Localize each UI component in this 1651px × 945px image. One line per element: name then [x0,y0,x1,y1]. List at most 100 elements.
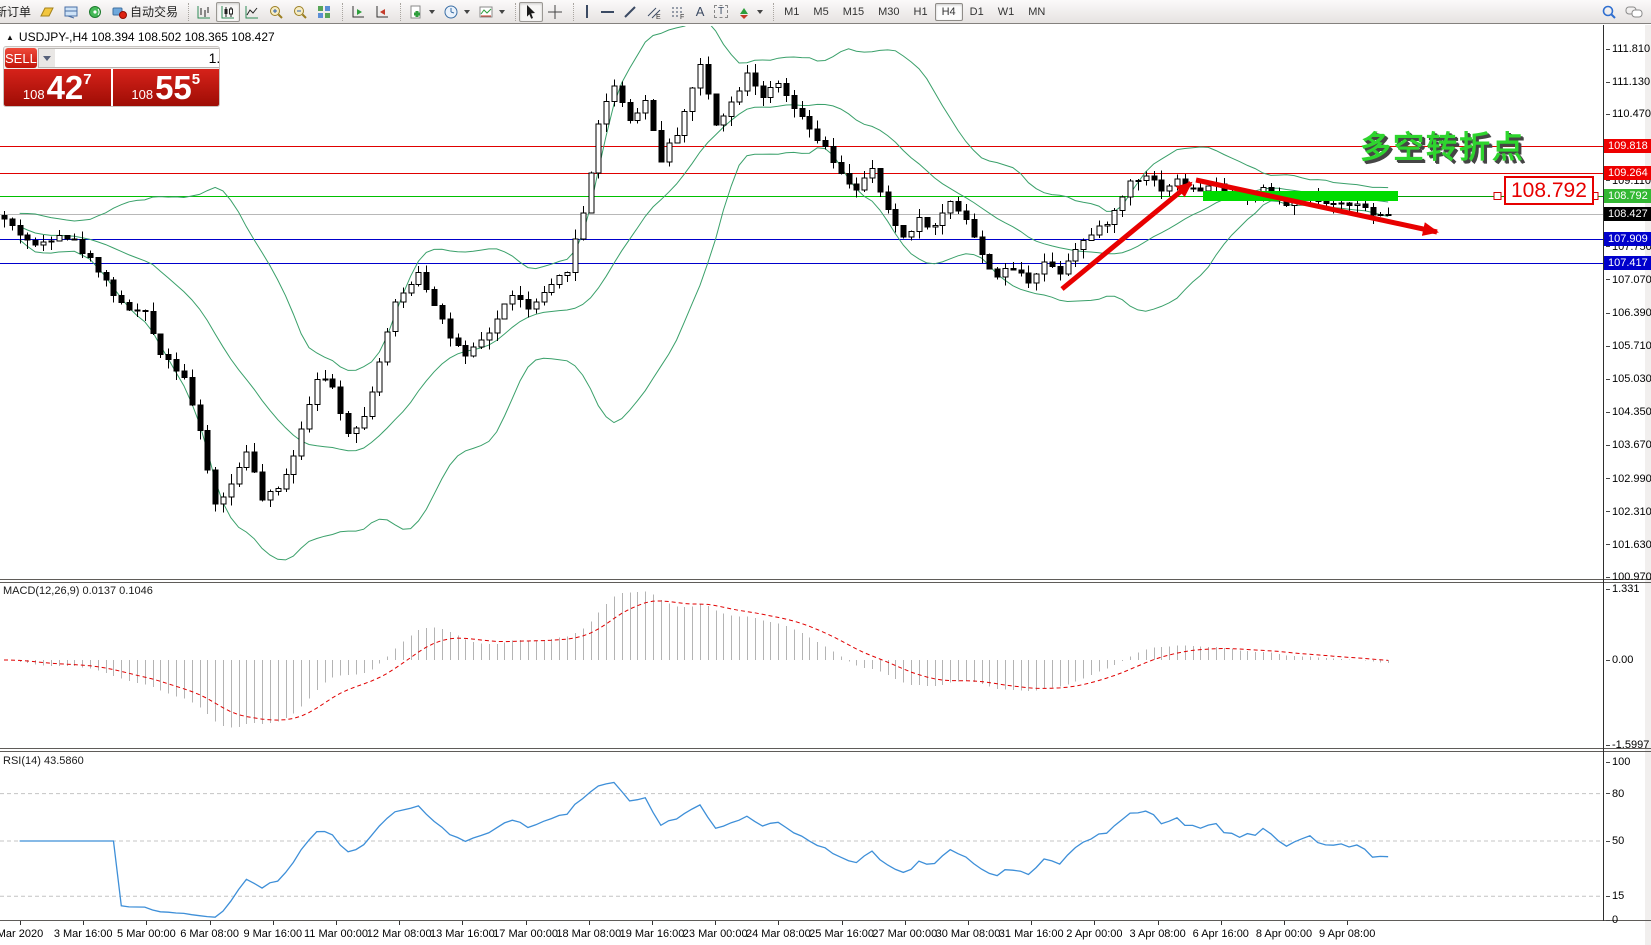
volume-stepper [38,48,220,68]
time-axis-tick [20,921,21,925]
time-axis-label: 6 Apr 16:00 [1193,928,1249,940]
bar-chart-button[interactable] [192,2,216,22]
toolbar-separator [767,3,774,21]
toolbar-separator [336,3,343,21]
text-label-icon: T [714,5,728,18]
fibonacci-button[interactable]: F [666,2,690,22]
trendline-button[interactable] [618,2,642,22]
timeframe-button-D1[interactable]: D1 [963,3,991,21]
signals-button[interactable] [83,2,107,22]
timeframe-button-W1[interactable]: W1 [991,3,1022,21]
crosshair-icon [547,4,563,20]
timeframe-button-M1[interactable]: M1 [777,3,806,21]
time-axis-tick [1158,921,1159,925]
zoom-in-button[interactable] [264,2,288,22]
crosshair-button[interactable] [543,2,567,22]
zoom-out-button[interactable] [288,2,312,22]
price-axis[interactable]: 111.810111.130110.470109.110107.750107.0… [1604,25,1650,921]
line-chart-button[interactable] [240,2,264,22]
indicators-icon [408,4,424,20]
chart-macd-divider[interactable] [0,579,1651,580]
time-axis-tick [589,921,590,925]
vertical-line-button[interactable] [577,2,597,22]
price-level-tag: 107.909 [1604,232,1651,246]
toolbar-separator [182,3,189,21]
price-axis-tick: 111.810 [1606,43,1650,55]
toolbar-separator [567,3,574,21]
time-axis-label: 27 Mar 00:00 [872,928,937,940]
autotrading-button[interactable]: 自动交易 [107,2,182,22]
sell-button-label: SELL [5,51,37,66]
text-icon: A [696,4,705,19]
time-axis[interactable]: Mar 20203 Mar 16:005 Mar 00:006 Mar 08:0… [0,921,1603,945]
time-axis-label: 18 Mar 08:00 [556,928,621,940]
navigator-icon [63,4,79,20]
indicator-axis-tick: 80 [1606,788,1624,800]
macd-rsi-divider[interactable] [0,751,1651,752]
time-axis-tick [652,921,653,925]
trade-panel-prices: 108 42 7 108 55 5 [4,69,219,106]
cursor-icon [523,4,539,20]
time-axis-tick [336,921,337,925]
arrows-button[interactable] [732,2,767,22]
price-axis-tick: 102.990 [1606,473,1651,485]
cursor-button[interactable] [519,2,543,22]
toolbar-separator [509,3,516,21]
price-callout-label: 108.792 [1504,176,1594,205]
horizontal-line-button[interactable] [597,2,618,22]
time-axis-label: 11 Mar 00:00 [304,928,368,940]
chat-button[interactable] [1621,2,1647,22]
templates-button[interactable] [474,2,509,22]
macd-rsi-divider[interactable] [0,748,1651,749]
sell-price-prefix: 108 [23,87,45,102]
sell-button[interactable]: SELL [5,48,37,68]
time-axis-tick [210,921,211,925]
search-button[interactable] [1597,2,1621,22]
timeframe-button-H1[interactable]: H1 [907,3,935,21]
svg-text:F: F [680,14,684,20]
price-axis-tick: 101.630 [1606,539,1651,551]
time-axis-label: 31 Mar 16:00 [999,928,1064,940]
buy-price-sup: 5 [192,71,200,88]
time-axis-label: 6 Mar 08:00 [180,928,239,940]
tile-windows-button[interactable] [312,2,336,22]
time-axis-label: 9 Apr 08:00 [1319,928,1375,940]
collapse-triangle-icon[interactable]: ▲ [6,33,14,42]
timeframe-button-M30[interactable]: M30 [871,3,906,21]
buy-price[interactable]: 108 55 5 [113,69,220,106]
timeframe-button-M15[interactable]: M15 [836,3,871,21]
indicators-button[interactable] [404,2,439,22]
auto-scroll-button[interactable] [346,2,370,22]
price-axis-tick: 100.970 [1606,571,1651,583]
text-label-button[interactable]: T [710,2,732,22]
zoom-in-icon [268,4,284,20]
navigator-button[interactable] [59,2,83,22]
price-axis-tick: 106.390 [1606,307,1651,319]
volume-decrease-button[interactable] [39,49,55,67]
time-axis-tick [1031,921,1032,925]
timeframe-button-MN[interactable]: MN [1021,3,1052,21]
timeframe-button-M5[interactable]: M5 [806,3,835,21]
volume-input[interactable] [55,49,220,67]
candlestick-chart-button[interactable] [216,2,240,22]
tile-windows-icon [316,4,332,20]
price-level-tag: 109.818 [1604,139,1651,153]
autotrading-icon [111,4,127,20]
time-axis-tick [1284,921,1285,925]
new-order-button[interactable]: 新订单 [0,2,35,22]
rsi-plot [0,783,1603,918]
text-button[interactable]: A [690,2,710,22]
price-axis-tick: 103.670 [1606,439,1651,451]
symbol-ohlc-text: USDJPY-,H4 108.394 108.502 108.365 108.4… [19,30,275,44]
equidistant-channel-button[interactable]: E [642,2,666,22]
timeframe-button-H4[interactable]: H4 [935,3,963,21]
periods-button[interactable] [439,2,474,22]
main-toolbar: 新订单 自动交易 [0,0,1651,24]
chat-icon [1625,4,1643,20]
chart-shift-button[interactable] [370,2,394,22]
sell-price[interactable]: 108 42 7 [4,69,111,106]
time-axis-tick [526,921,527,925]
chart-macd-divider[interactable] [0,582,1651,583]
market-watch-button[interactable] [35,2,59,22]
time-axis-label: 23 Mar 00:00 [683,928,748,940]
